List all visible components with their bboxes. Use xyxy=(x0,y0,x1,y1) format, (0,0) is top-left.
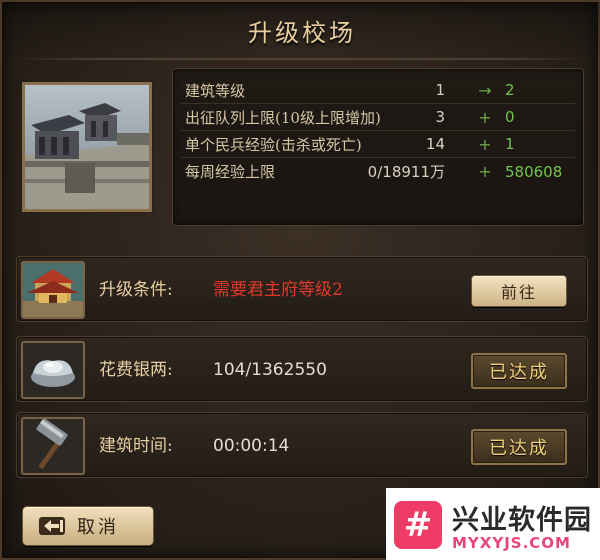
title-bar: 升级校场 xyxy=(2,2,600,58)
stat-label: 建筑等级 xyxy=(185,81,246,100)
stat-next-value: 2 xyxy=(505,81,515,99)
logo-glyph: # xyxy=(403,505,433,545)
stat-current-value: 14 xyxy=(425,135,445,153)
requirement-row-silver: 花费银两: 104/1362550 已达成 xyxy=(16,336,588,402)
building-thumbnail xyxy=(22,82,152,212)
watermark-url: MYXYJS.COM xyxy=(452,534,571,552)
watermark-name: 兴业软件园 xyxy=(452,505,592,536)
requirement-label: 花费银两: xyxy=(99,360,173,380)
upgrade-dialog: 升级校场 建筑等级 1 → 2 出征队列上限(10级上限增加) 3 + 0 单个… xyxy=(0,0,600,560)
cancel-label: 取消 xyxy=(77,517,119,538)
silver-ingot-icon xyxy=(21,341,85,399)
requirement-label: 升级条件: xyxy=(99,280,173,300)
hammer-icon xyxy=(21,417,85,475)
stat-current-value: 1 xyxy=(435,81,445,99)
stat-row-building-level: 建筑等级 1 → 2 xyxy=(181,77,575,104)
requirement-row-condition: 升级条件: 需要君主府等级2 前往 xyxy=(16,256,588,322)
plus-icon: + xyxy=(478,134,492,154)
hash-logo-icon: # xyxy=(394,501,442,549)
stats-panel: 建筑等级 1 → 2 出征队列上限(10级上限增加) 3 + 0 单个民兵经验(… xyxy=(172,68,584,226)
requirement-label: 建筑时间: xyxy=(99,436,173,456)
stat-current-value: 3 xyxy=(435,108,445,126)
plus-icon: + xyxy=(478,162,492,181)
training-ground-image xyxy=(25,85,149,209)
palace-icon xyxy=(21,261,85,319)
arrow-right-icon: → xyxy=(478,80,492,100)
stat-next-value: 0 xyxy=(505,108,515,126)
back-arrow-icon xyxy=(37,515,67,537)
requirement-row-build-time: 建筑时间: 00:00:14 已达成 xyxy=(16,412,588,478)
stat-next-value: 580608 xyxy=(505,162,563,181)
stat-next-value: 1 xyxy=(505,135,515,153)
requirement-value: 00:00:14 xyxy=(213,436,290,456)
requirement-value: 104/1362550 xyxy=(213,360,327,380)
stat-label: 单个民兵经验(击杀或死亡) xyxy=(185,135,362,154)
go-to-button[interactable]: 前往 xyxy=(471,275,567,307)
stat-current-value: 0/18911万 xyxy=(367,163,445,181)
title-divider xyxy=(16,58,584,60)
plus-icon: + xyxy=(478,107,492,127)
stat-row-militia-exp: 单个民兵经验(击杀或死亡) 14 + 1 xyxy=(181,131,575,158)
completed-badge: 已达成 xyxy=(471,429,567,465)
stat-label: 每周经验上限 xyxy=(185,163,276,181)
stat-label: 出征队列上限(10级上限增加) xyxy=(185,108,381,127)
requirement-value: 需要君主府等级2 xyxy=(213,280,343,300)
dialog-title: 升级校场 xyxy=(248,18,356,47)
cancel-button[interactable]: 取消 xyxy=(22,506,154,546)
completed-badge: 已达成 xyxy=(471,353,567,389)
stat-row-weekly-exp-cap: 每周经验上限 0/18911万 + 580608 xyxy=(181,158,575,185)
watermark: # 兴业软件园 MYXYJS.COM xyxy=(386,488,600,560)
stat-row-march-queue: 出征队列上限(10级上限增加) 3 + 0 xyxy=(181,104,575,131)
